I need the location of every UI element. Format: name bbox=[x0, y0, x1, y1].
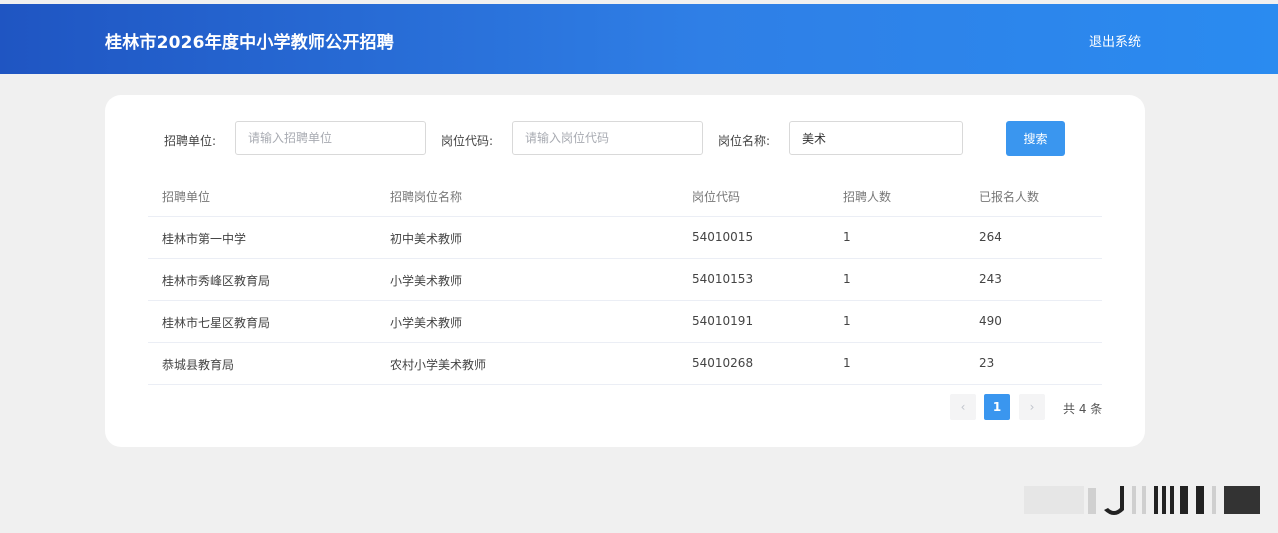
unit-label: 招聘单位: bbox=[164, 134, 217, 148]
cell-unit: 桂林市秀峰区教育局 bbox=[162, 274, 271, 288]
page-number-current[interactable]: 1 bbox=[984, 394, 1010, 420]
total-count: 共 4 条 bbox=[1063, 402, 1103, 416]
search-button[interactable]: 搜索 bbox=[1006, 121, 1065, 156]
cell-quota: 1 bbox=[843, 272, 851, 286]
header-position-name: 招聘岗位名称 bbox=[390, 190, 463, 204]
unit-input[interactable] bbox=[235, 121, 426, 155]
table-row: 桂林市七星区教育局 小学美术教师 54010191 1 490 bbox=[148, 301, 1102, 343]
cell-position-code: 54010268 bbox=[692, 356, 754, 370]
next-page-button[interactable]: › bbox=[1019, 394, 1045, 420]
cell-unit: 桂林市第一中学 bbox=[162, 232, 247, 246]
table-header-row: 招聘单位 招聘岗位名称 岗位代码 招聘人数 已报名人数 bbox=[148, 175, 1102, 217]
chevron-left-icon: ‹ bbox=[960, 400, 966, 414]
cell-unit: 桂林市七星区教育局 bbox=[162, 316, 271, 330]
name-input[interactable] bbox=[789, 121, 963, 155]
cell-applicants: 243 bbox=[979, 272, 1002, 286]
table-row: 桂林市第一中学 初中美术教师 54010015 1 264 bbox=[148, 217, 1102, 259]
chevron-right-icon: › bbox=[1029, 400, 1035, 414]
header-applicants: 已报名人数 bbox=[979, 190, 1040, 204]
cell-position-name: 小学美术教师 bbox=[390, 274, 463, 288]
name-label: 岗位名称: bbox=[718, 134, 771, 148]
cell-position-code: 54010015 bbox=[692, 230, 754, 244]
code-input[interactable] bbox=[512, 121, 703, 155]
cell-position-name: 农村小学美术教师 bbox=[390, 358, 487, 372]
table-row: 桂林市秀峰区教育局 小学美术教师 54010153 1 243 bbox=[148, 259, 1102, 301]
header-unit: 招聘单位 bbox=[162, 190, 211, 204]
cell-applicants: 264 bbox=[979, 230, 1002, 244]
cell-quota: 1 bbox=[843, 356, 851, 370]
code-label: 岗位代码: bbox=[441, 134, 494, 148]
results-table: 招聘单位 招聘岗位名称 岗位代码 招聘人数 已报名人数 桂林市第一中学 初中美术… bbox=[148, 175, 1102, 385]
header-quota: 招聘人数 bbox=[843, 190, 892, 204]
cell-unit: 恭城县教育局 bbox=[162, 358, 235, 372]
prev-page-button[interactable]: ‹ bbox=[950, 394, 976, 420]
header-position-code: 岗位代码 bbox=[692, 190, 741, 204]
cell-applicants: 23 bbox=[979, 356, 995, 370]
watermark-logo bbox=[1024, 486, 1260, 515]
page-title: 桂林市2026年度中小学教师公开招聘 bbox=[105, 33, 394, 53]
cell-position-name: 初中美术教师 bbox=[390, 232, 463, 246]
main-card: 招聘单位: 岗位代码: 岗位名称: 搜索 招聘单位 招聘岗位名称 岗位代码 招聘… bbox=[105, 95, 1145, 447]
cell-quota: 1 bbox=[843, 314, 851, 328]
app-header: 桂林市2026年度中小学教师公开招聘 退出系统 bbox=[0, 4, 1278, 74]
cell-quota: 1 bbox=[843, 230, 851, 244]
logout-link[interactable]: 退出系统 bbox=[1089, 31, 1141, 50]
cell-position-code: 54010191 bbox=[692, 314, 754, 328]
cell-position-name: 小学美术教师 bbox=[390, 316, 463, 330]
cell-applicants: 490 bbox=[979, 314, 1002, 328]
table-row: 恭城县教育局 农村小学美术教师 54010268 1 23 bbox=[148, 343, 1102, 385]
cell-position-code: 54010153 bbox=[692, 272, 754, 286]
